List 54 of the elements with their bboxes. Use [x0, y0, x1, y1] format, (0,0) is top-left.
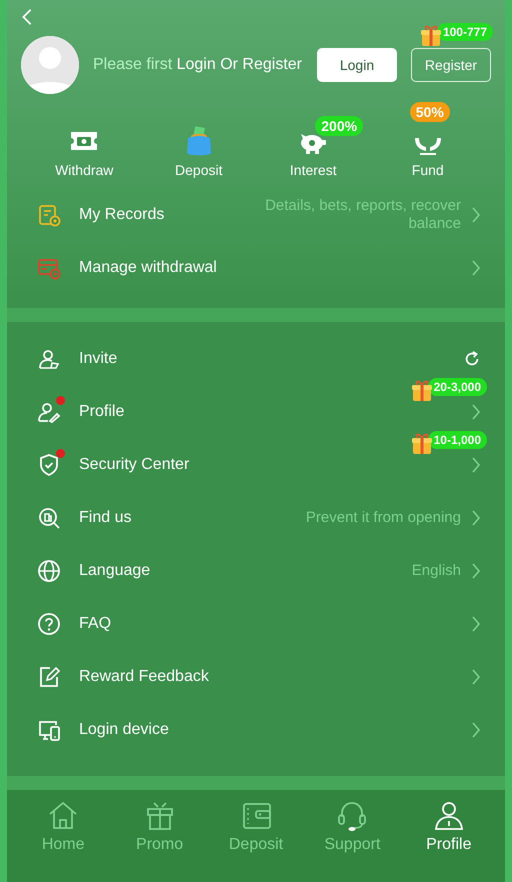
menu-hint: Details, bets, reports, recover balance	[264, 196, 461, 232]
chevron-right-icon	[471, 258, 481, 276]
home-icon	[47, 800, 80, 832]
menu-label[interactable]: Find us	[79, 508, 132, 526]
shield-check-icon	[37, 452, 61, 476]
refresh-icon[interactable]	[463, 350, 481, 368]
gift-icon	[410, 378, 434, 402]
menu-label[interactable]: Profile	[79, 402, 124, 420]
action-label[interactable]: Fund	[412, 162, 444, 178]
nav-tab[interactable]: Home	[15, 800, 112, 882]
chevron-right-icon	[471, 206, 481, 224]
menu-label[interactable]: Security Center	[79, 456, 190, 474]
globe-icon	[37, 558, 61, 582]
menu-label[interactable]: My Records	[79, 206, 164, 224]
chevron-right-icon	[471, 668, 481, 686]
nav-tab[interactable]: Promo	[111, 800, 208, 882]
bonus-badge: 20-3,000	[428, 378, 487, 396]
chevron-right-icon	[471, 720, 481, 738]
percent-badge: 200%	[315, 116, 364, 136]
nav-tab[interactable]: Profile	[400, 800, 497, 882]
menu-label[interactable]: Login device	[79, 720, 169, 738]
percent-badge: 50%	[410, 102, 450, 122]
person-icon	[432, 800, 465, 832]
magnifier-building-icon	[37, 506, 61, 530]
headset-icon	[336, 800, 368, 832]
login-prompt: Please first	[93, 56, 172, 73]
edit-icon	[37, 664, 61, 688]
question-icon	[37, 612, 61, 636]
nav-tab[interactable]: Support	[304, 800, 401, 882]
menu-label[interactable]: FAQ	[79, 614, 112, 632]
menu-label[interactable]: Manage withdrawal	[79, 258, 217, 276]
register-button[interactable]: Register	[411, 48, 491, 82]
nav-tab[interactable]: Deposit	[208, 800, 304, 882]
bonus-badge: 10-1,000	[428, 430, 487, 448]
menu-label[interactable]: Reward Feedback	[79, 668, 209, 686]
gift-icon	[418, 24, 443, 48]
chevron-right-icon	[471, 508, 481, 526]
menu-hint: English	[412, 562, 461, 580]
document-icon	[37, 202, 61, 226]
chevron-right-icon	[471, 562, 481, 580]
back-icon[interactable]	[21, 8, 33, 26]
action-label[interactable]: Deposit	[175, 162, 222, 178]
login-button[interactable]: Login	[317, 48, 397, 82]
bonus-badge: 100-777	[436, 23, 493, 41]
action-label[interactable]: Interest	[290, 162, 337, 178]
menu-label[interactable]: Language	[79, 562, 150, 580]
menu-label[interactable]: Invite	[79, 350, 118, 368]
menu-hint: Prevent it from opening	[306, 508, 461, 526]
action-label[interactable]: Withdraw	[55, 162, 114, 178]
chevron-right-icon	[471, 402, 481, 420]
gift-icon	[410, 432, 434, 456]
chevron-right-icon	[471, 456, 481, 474]
chevron-right-icon	[471, 614, 481, 632]
login-register-link[interactable]: Login Or Register	[176, 56, 302, 73]
